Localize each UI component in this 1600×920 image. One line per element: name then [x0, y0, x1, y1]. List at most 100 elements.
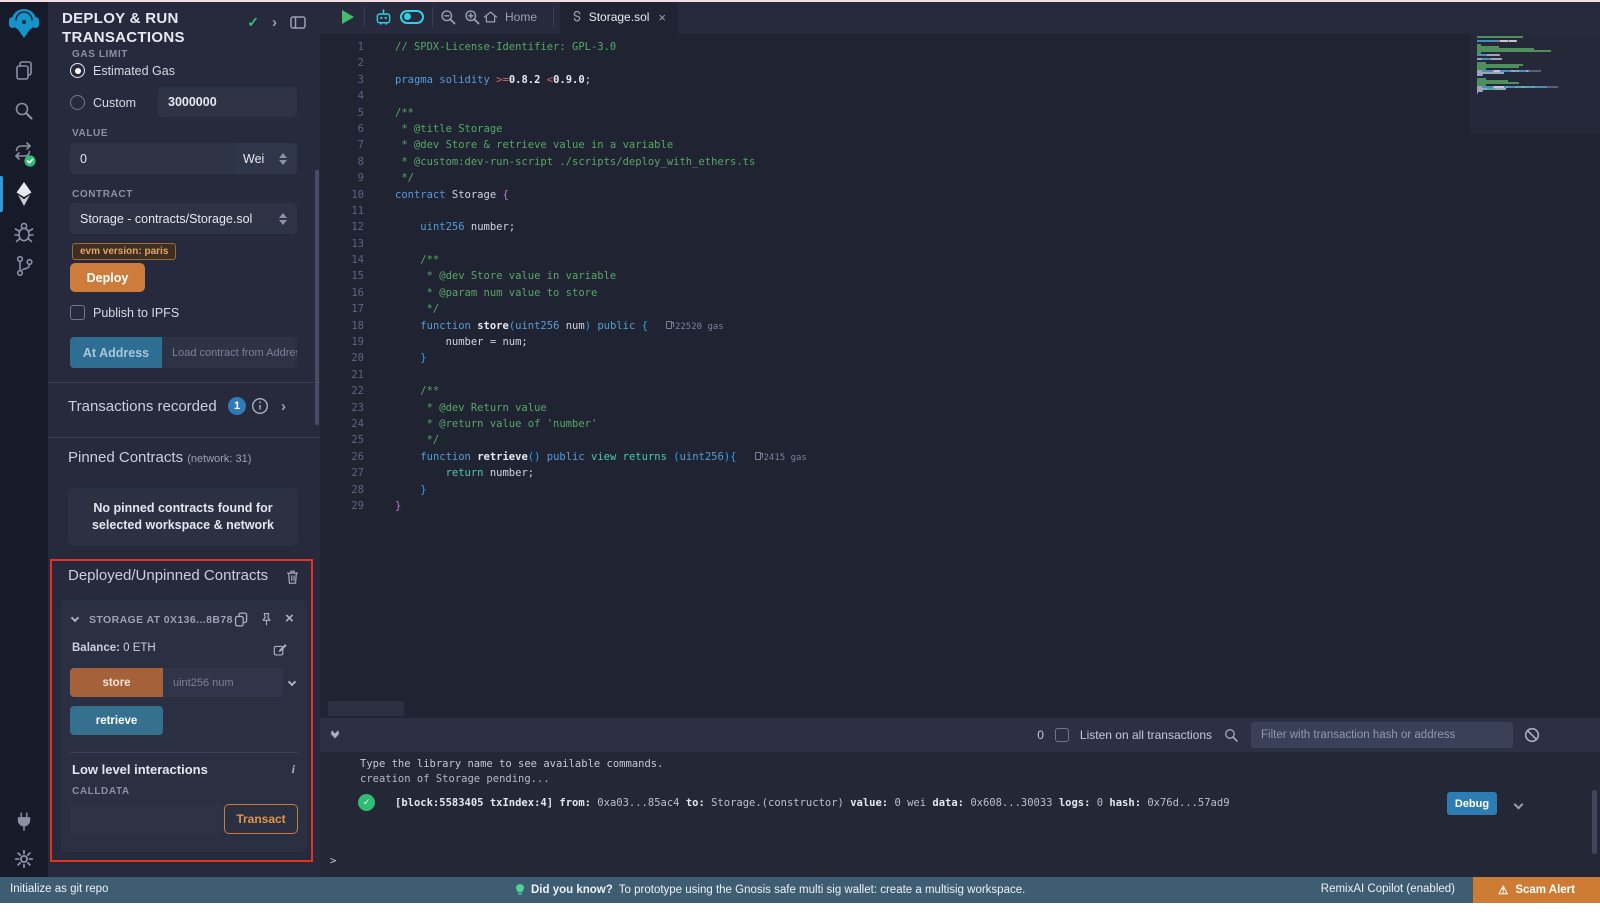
stepper-arrows-icon — [279, 153, 287, 165]
solidity-file-icon — [572, 10, 582, 24]
zoom-out-button[interactable] — [439, 0, 458, 34]
minimap[interactable] — [1477, 36, 1572, 94]
close-tab-icon[interactable]: × — [658, 10, 666, 25]
scam-alert-label: Scam Alert — [1515, 884, 1575, 896]
listen-all-checkbox[interactable] — [1055, 728, 1069, 742]
section-divider — [48, 382, 320, 383]
clear-console-icon[interactable] — [1524, 727, 1540, 743]
tx-expand-chevron-icon[interactable] — [1515, 799, 1522, 811]
panel-check-icon: ✓ — [247, 14, 259, 31]
scam-alert-button[interactable]: ⚠ Scam Alert — [1473, 877, 1600, 903]
git-init-status[interactable]: Initialize as git repo — [10, 883, 108, 895]
terminal-message: Type the library name to see available c… — [360, 757, 663, 772]
terminal-output[interactable]: Type the library name to see available c… — [320, 752, 1600, 877]
panel-scrollbar[interactable] — [315, 170, 319, 425]
estimated-gas-label: Estimated Gas — [93, 64, 175, 78]
pinned-network-label: (network: 31) — [187, 453, 251, 465]
value-label: VALUE — [72, 128, 108, 139]
terminal-scrollbar[interactable] — [1592, 790, 1597, 854]
tx-success-check-icon: ✓ — [358, 794, 375, 811]
custom-gas-label: Custom — [93, 96, 136, 110]
search-icon[interactable] — [0, 99, 48, 123]
git-icon[interactable] — [0, 253, 48, 279]
filter-transactions-input[interactable] — [1251, 722, 1513, 748]
deploy-run-icon[interactable] — [0, 179, 48, 209]
solidity-compiler-icon[interactable] — [0, 139, 48, 169]
no-pinned-contracts-message: No pinned contracts found for selected w… — [68, 488, 298, 546]
deploy-run-panel: DEPLOY & RUN TRANSACTIONS ✓ › GAS LIMIT … — [48, 0, 320, 877]
panel-title: DEPLOY & RUN TRANSACTIONS — [62, 9, 185, 47]
plugin-manager-icon[interactable] — [0, 810, 48, 834]
transactions-count-badge: 1 — [228, 397, 246, 415]
at-address-placeholder: Load contract from Address — [172, 347, 297, 359]
active-tab-label: Storage.sol — [589, 10, 650, 24]
toggle-on-icon — [400, 10, 424, 24]
did-you-know-tip: Did you know? To prototype using the Gno… — [515, 883, 1025, 897]
publish-ipfs-checkbox[interactable] — [70, 305, 85, 320]
home-icon — [483, 10, 498, 24]
home-tab-label: Home — [505, 10, 537, 24]
tab-home[interactable]: Home — [483, 0, 537, 34]
terminal-message: creation of Storage pending... — [360, 772, 550, 787]
editor-toolbar: Home Storage.sol × — [320, 0, 1600, 34]
tip-title: Did you know? — [531, 884, 613, 896]
value-input[interactable]: 0 — [70, 143, 233, 174]
debugger-icon[interactable] — [0, 218, 48, 244]
copilot-status[interactable]: RemixAI Copilot (enabled) — [1321, 883, 1455, 895]
debug-button[interactable]: Debug — [1447, 792, 1497, 815]
listen-all-label: Listen on all transactions — [1080, 728, 1212, 742]
pin-panel-icon[interactable] — [290, 16, 306, 29]
section-divider — [48, 437, 320, 438]
window-top-edge — [0, 0, 1600, 2]
estimated-gas-radio[interactable] — [70, 63, 85, 78]
custom-gas-input[interactable]: 3000000 — [158, 87, 297, 117]
transaction-summary: [block:5583405 txIndex:4] from: 0xa03...… — [395, 797, 1230, 809]
horizontal-scrollbar-thumb[interactable] — [328, 701, 404, 716]
evm-version-badge: evm version: paris — [72, 243, 176, 260]
contract-label: CONTRACT — [72, 189, 133, 200]
zoom-in-button[interactable] — [463, 0, 482, 34]
tab-storage-sol[interactable]: Storage.sol × — [560, 0, 678, 34]
terminal-expand-icon[interactable] — [332, 733, 338, 737]
value-unit-select[interactable]: Wei — [233, 143, 297, 174]
transactions-recorded-label: Transactions recorded — [68, 398, 217, 415]
run-script-button[interactable] — [342, 0, 354, 34]
at-address-button[interactable]: At Address — [70, 337, 162, 368]
window-bottom-edge — [0, 903, 1600, 920]
gas-limit-label: GAS LIMIT — [72, 49, 128, 60]
panel-chevron-right-icon[interactable]: › — [272, 15, 277, 30]
transaction-log-row[interactable]: ✓ [block:5583405 txIndex:4] from: 0xa03.… — [358, 794, 1520, 811]
terminal-search-icon — [1223, 727, 1240, 744]
highlight-rectangle — [50, 559, 313, 862]
custom-gas-radio[interactable] — [70, 95, 85, 110]
select-arrows-icon — [279, 213, 287, 225]
deploy-button[interactable]: Deploy — [70, 263, 145, 292]
publish-ipfs-label: Publish to IPFS — [93, 306, 179, 320]
settings-gear-icon[interactable] — [0, 847, 48, 871]
code-content: // SPDX-License-Identifier: GPL-3.0pragm… — [395, 39, 807, 514]
remixai-assistant-button[interactable] — [373, 0, 394, 34]
line-number-gutter: 1234567891011121314151617181920212223242… — [320, 39, 378, 514]
toolbar-separator — [364, 7, 365, 27]
warning-icon: ⚠ — [1498, 883, 1508, 897]
toolbar-separator — [432, 7, 433, 27]
terminal-prompt: > — [330, 855, 336, 867]
copilot-toggle[interactable] — [400, 0, 424, 34]
icon-sidebar — [0, 0, 48, 877]
play-icon — [342, 10, 354, 24]
remix-ide-window: DEPLOY & RUN TRANSACTIONS ✓ › GAS LIMIT … — [0, 0, 1600, 920]
at-address-input[interactable]: Load contract from Address — [162, 337, 297, 368]
info-icon[interactable] — [251, 397, 269, 415]
pending-tx-count: 0 — [1037, 728, 1044, 742]
remix-logo-icon[interactable] — [0, 6, 48, 40]
status-bar: Initialize as git repo Did you know? To … — [0, 877, 1600, 903]
code-editor[interactable]: 1234567891011121314151617181920212223242… — [320, 34, 1600, 718]
value-unit-label: Wei — [243, 152, 264, 166]
terminal-toolbar: 0 Listen on all transactions — [320, 718, 1600, 752]
contract-select[interactable]: Storage - contracts/Storage.sol — [70, 203, 297, 234]
contract-selected-value: Storage - contracts/Storage.sol — [80, 212, 252, 226]
pinned-contracts-title: Pinned Contracts (network: 31) — [68, 449, 251, 466]
lightbulb-icon — [515, 883, 525, 897]
transactions-expand-chevron-icon[interactable]: › — [281, 399, 286, 414]
file-explorer-icon[interactable] — [0, 58, 48, 82]
